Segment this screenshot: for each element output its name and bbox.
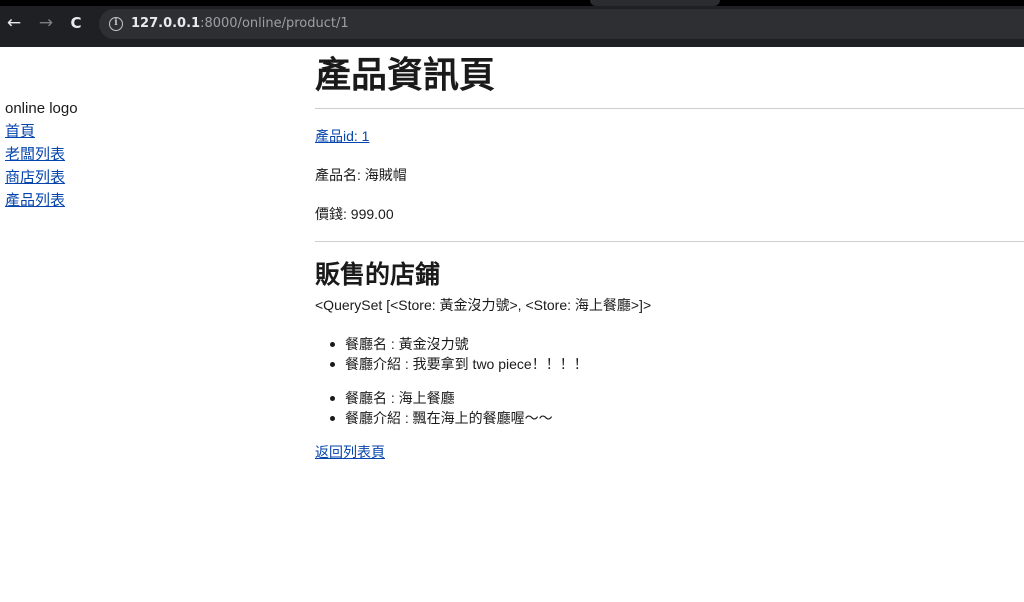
nav-link-products[interactable]: 產品列表: [5, 189, 285, 212]
bullet-icon: [330, 342, 335, 347]
product-id-row: 產品id: 1: [315, 126, 1024, 146]
list-item: 餐廳介紹 : 我要拿到 two piece！！！！: [327, 354, 1024, 374]
browser-tab[interactable]: [590, 0, 720, 6]
list-item: 餐廳名 : 黃金沒力號: [327, 334, 1024, 354]
nav-link-home[interactable]: 首頁: [5, 120, 285, 143]
back-to-list-link[interactable]: 返回列表頁: [315, 444, 385, 460]
main-content: 產品資訊頁 產品id: 1 產品名: 海賊帽 價錢: 999.00 販售的店鋪 …: [315, 47, 1024, 462]
bullet-icon: [330, 396, 335, 401]
back-row: 返回列表頁: [315, 442, 1024, 462]
back-arrow-icon[interactable]: ←: [4, 13, 24, 33]
list-item: 餐廳名 : 海上餐廳: [327, 388, 1024, 408]
browser-toolbar: ← → C i 127.0.0.1:8000/online/product/1: [0, 0, 1024, 47]
product-price: 價錢: 999.00: [315, 206, 394, 222]
url-text[interactable]: 127.0.0.1:8000/online/product/1: [131, 16, 349, 32]
sidebar: online logo 首頁 老闆列表 商店列表 產品列表: [5, 97, 285, 212]
store-list: 餐廳名 : 黃金沒力號 餐廳介紹 : 我要拿到 two piece！！！！: [327, 334, 1024, 374]
page-title: 產品資訊頁: [315, 54, 496, 95]
site-info-icon[interactable]: i: [109, 17, 123, 31]
address-bar[interactable]: i 127.0.0.1:8000/online/product/1: [99, 9, 1024, 39]
url-host: 127.0.0.1: [131, 16, 201, 31]
tab-strip: [0, 0, 1024, 6]
store-intro: 餐廳介紹 : 飄在海上的餐廳喔～～: [345, 410, 553, 426]
forward-arrow-icon[interactable]: →: [36, 13, 56, 33]
store-name: 餐廳名 : 海上餐廳: [345, 390, 455, 406]
product-id-link[interactable]: 產品id: 1: [315, 128, 369, 144]
section-title: 販售的店鋪: [315, 261, 441, 289]
bullet-icon: [330, 416, 335, 421]
nav-link-bosses[interactable]: 老闆列表: [5, 143, 285, 166]
site-logo-text: online logo: [5, 100, 78, 117]
store-name: 餐廳名 : 黃金沒力號: [345, 336, 469, 352]
bullet-icon: [330, 362, 335, 367]
queryset-text: <QuerySet [<Store: 黃金沒力號>, <Store: 海上餐廳>…: [315, 297, 652, 313]
list-item: 餐廳介紹 : 飄在海上的餐廳喔～～: [327, 408, 1024, 428]
reload-icon[interactable]: C: [66, 13, 86, 33]
divider: [315, 108, 1024, 109]
url-path: :8000/online/product/1: [200, 16, 349, 31]
divider: [315, 241, 1024, 242]
product-name: 產品名: 海賊帽: [315, 167, 407, 183]
nav-link-stores[interactable]: 商店列表: [5, 166, 285, 189]
store-intro: 餐廳介紹 : 我要拿到 two piece！！！！: [345, 356, 588, 372]
store-list: 餐廳名 : 海上餐廳 餐廳介紹 : 飄在海上的餐廳喔～～: [327, 388, 1024, 428]
